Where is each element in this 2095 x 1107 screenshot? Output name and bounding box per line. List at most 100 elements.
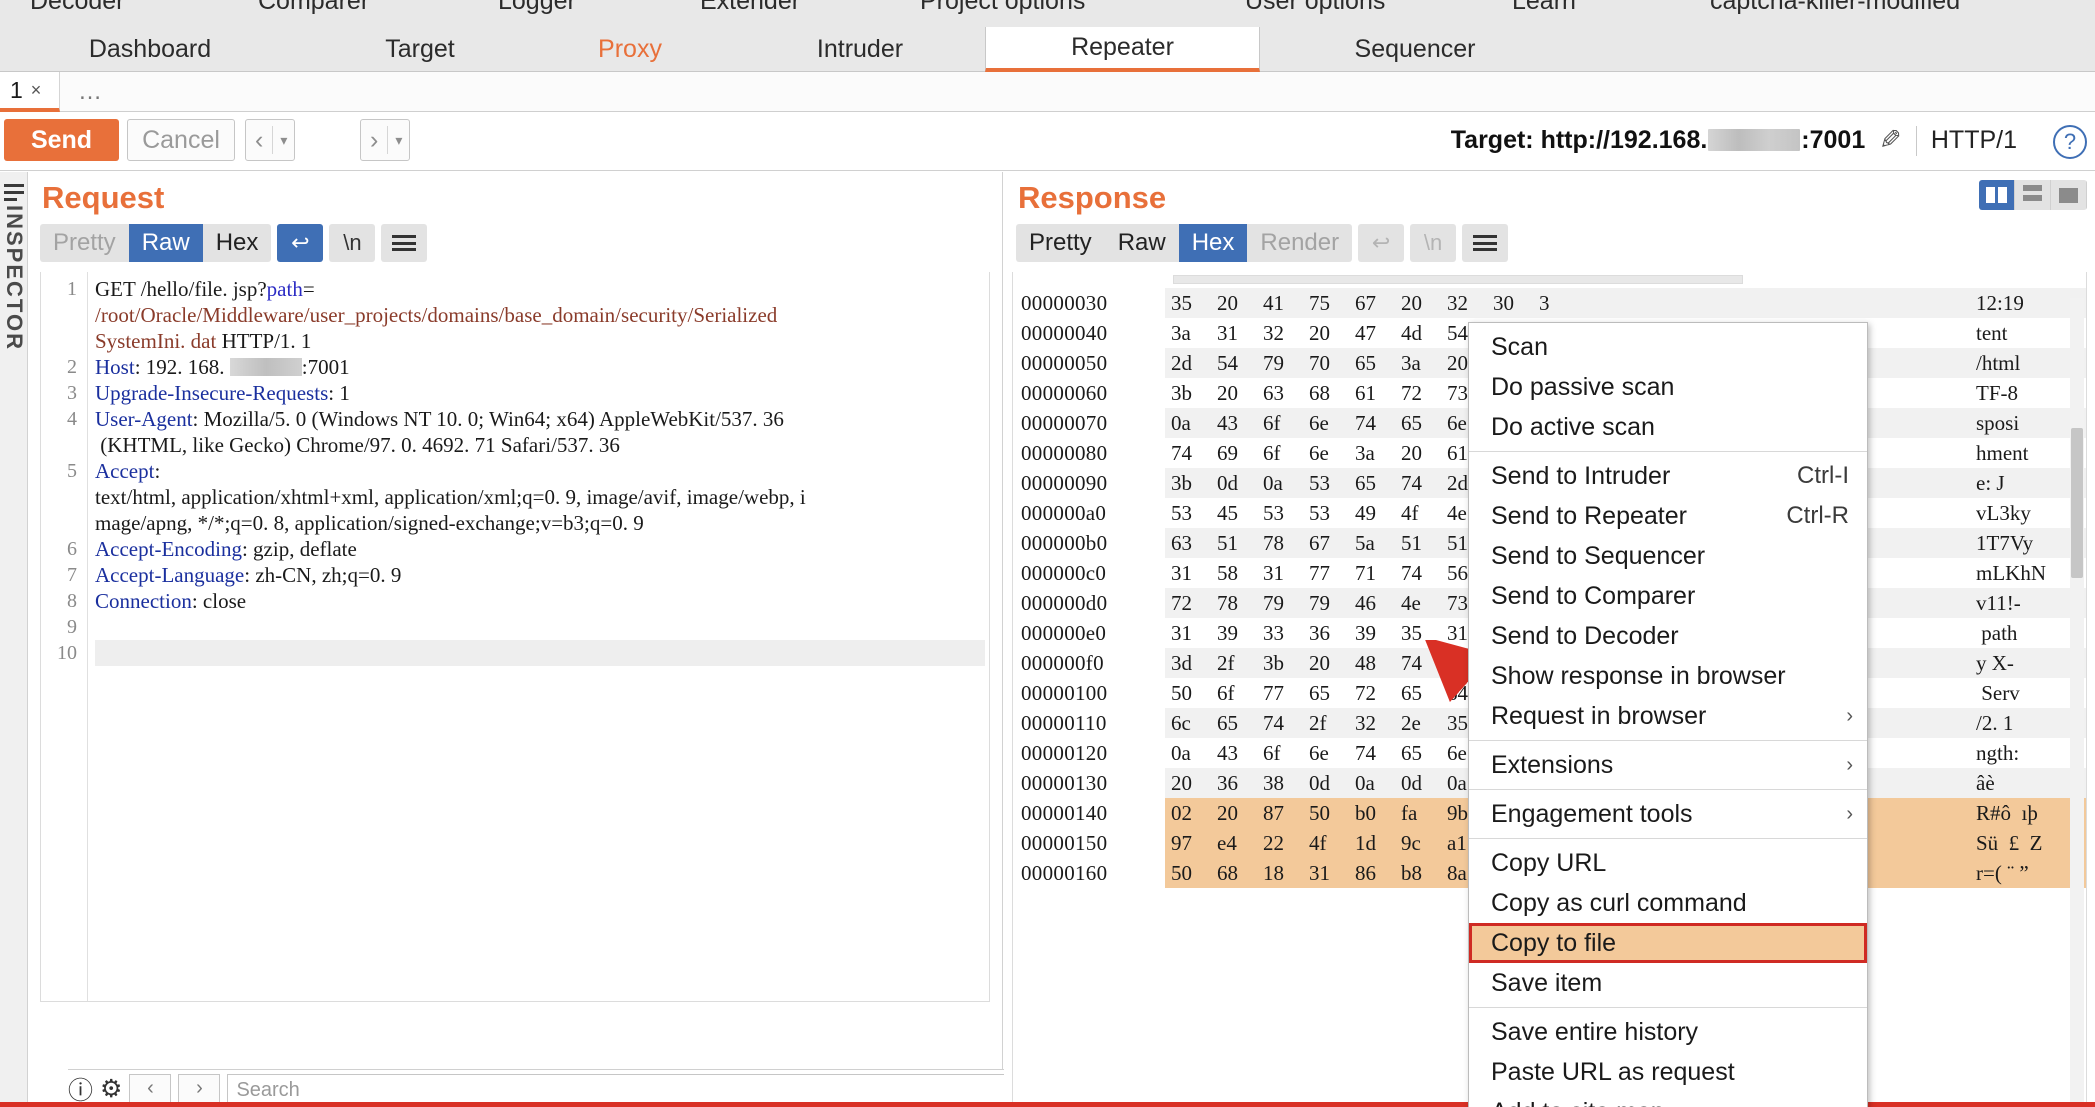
hex-byte[interactable]: 32 <box>1263 321 1309 346</box>
response-format-pretty[interactable]: Pretty <box>1016 224 1105 262</box>
context-menu-item-paste-url-as-request[interactable]: Paste URL as request <box>1469 1052 1867 1092</box>
hex-byte[interactable]: 39 <box>1355 621 1401 646</box>
hex-byte[interactable]: 20 <box>1309 651 1355 676</box>
tab-target[interactable]: Target <box>330 27 510 72</box>
prev-request-button[interactable]: ‹ ▾ <box>245 119 296 161</box>
context-menu-item-engagement-tools[interactable]: Engagement tools › <box>1469 794 1867 834</box>
hex-byte[interactable]: 54 <box>1217 351 1263 376</box>
hex-byte[interactable]: 50 <box>1171 861 1217 886</box>
hex-byte[interactable]: 65 <box>1217 711 1263 736</box>
hex-ascii[interactable]: /html <box>1970 348 2086 378</box>
search-next-button[interactable]: › <box>178 1073 221 1104</box>
hex-byte[interactable]: 78 <box>1263 531 1309 556</box>
hex-byte[interactable]: 74 <box>1401 561 1447 586</box>
hex-byte[interactable]: fa <box>1401 801 1447 826</box>
hex-ascii[interactable]: y X- <box>1970 648 2086 678</box>
hex-byte[interactable]: 4f <box>1309 831 1355 856</box>
hex-byte[interactable]: 63 <box>1263 381 1309 406</box>
hex-byte[interactable]: 2f <box>1309 711 1355 736</box>
hex-byte[interactable]: 43 <box>1217 741 1263 766</box>
hex-byte[interactable]: 4e <box>1401 591 1447 616</box>
request-menu-button[interactable] <box>381 224 428 262</box>
menu-item-learn[interactable]: Learn <box>1512 0 1576 16</box>
hex-byte[interactable]: 50 <box>1309 801 1355 826</box>
hex-byte[interactable]: 6e <box>1309 441 1355 466</box>
request-line[interactable] <box>95 640 985 666</box>
hex-byte[interactable]: 20 <box>1217 291 1263 316</box>
request-line[interactable] <box>95 614 985 640</box>
hex-ascii[interactable]: TF-8 <box>1970 378 2086 408</box>
menu-item-logger[interactable]: Logger <box>498 0 576 16</box>
response-format-raw[interactable]: Raw <box>1105 224 1179 262</box>
hex-byte[interactable]: 4d <box>1401 321 1447 346</box>
context-menu-item-do-active-scan[interactable]: Do active scan <box>1469 407 1867 447</box>
hex-ascii[interactable]: 12:19 <box>1970 288 2086 318</box>
hex-scrollbar[interactable] <box>2070 298 2084 1107</box>
hex-byte[interactable]: 20 <box>1401 291 1447 316</box>
hex-byte[interactable]: 69 <box>1217 441 1263 466</box>
hex-byte[interactable]: 31 <box>1263 561 1309 586</box>
context-menu-item-send-to-decoder[interactable]: Send to Decoder <box>1469 616 1867 656</box>
gear-icon[interactable]: ⚙ <box>100 1074 122 1104</box>
hex-byte[interactable]: 20 <box>1217 381 1263 406</box>
request-line[interactable]: (KHTML, like Gecko) Chrome/97. 0. 4692. … <box>95 432 985 458</box>
hex-byte[interactable]: 74 <box>1171 441 1217 466</box>
hex-byte[interactable]: 50 <box>1171 681 1217 706</box>
hex-byte[interactable]: 97 <box>1171 831 1217 856</box>
hex-byte[interactable]: 65 <box>1355 471 1401 496</box>
hex-byte[interactable]: 43 <box>1217 411 1263 436</box>
hex-byte[interactable]: 48 <box>1355 651 1401 676</box>
tab-dashboard[interactable]: Dashboard <box>60 27 240 72</box>
context-menu-item-scan[interactable]: Scan <box>1469 327 1867 367</box>
context-menu-item-send-to-sequencer[interactable]: Send to Sequencer <box>1469 536 1867 576</box>
hex-byte[interactable]: 4f <box>1401 501 1447 526</box>
hex-byte[interactable]: 72 <box>1171 591 1217 616</box>
hex-byte[interactable]: 35 <box>1171 291 1217 316</box>
request-line[interactable]: User-Agent: Mozilla/5. 0 (Windows NT 10.… <box>95 406 985 432</box>
menu-item-captcha-killer-modified[interactable]: captcha-killer-modified <box>1710 0 1960 16</box>
hex-byte[interactable]: 71 <box>1355 561 1401 586</box>
context-menu-item-copy-url[interactable]: Copy URL <box>1469 843 1867 883</box>
hex-byte[interactable]: 32 <box>1447 291 1493 316</box>
hex-byte[interactable]: 39 <box>1217 621 1263 646</box>
hex-byte[interactable]: 2d <box>1171 351 1217 376</box>
hex-byte[interactable]: 53 <box>1263 501 1309 526</box>
hex-byte[interactable]: 41 <box>1263 291 1309 316</box>
hamburger-icon[interactable] <box>4 184 24 205</box>
hex-byte[interactable]: 31 <box>1309 861 1355 886</box>
tab-sequencer[interactable]: Sequencer <box>1320 27 1510 72</box>
hex-byte[interactable]: 6f <box>1217 681 1263 706</box>
hex-byte[interactable]: 0a <box>1171 411 1217 436</box>
context-menu[interactable]: Scan Do passive scan Do active scan Send to… <box>1468 322 1868 1107</box>
hex-byte[interactable]: 61 <box>1355 381 1401 406</box>
hex-byte[interactable]: 32 <box>1355 711 1401 736</box>
hex-byte[interactable]: 46 <box>1355 591 1401 616</box>
hex-ascii[interactable]: Serv <box>1970 678 2086 708</box>
hex-byte[interactable]: 78 <box>1217 591 1263 616</box>
hex-byte[interactable]: 53 <box>1309 501 1355 526</box>
hex-byte[interactable]: 0d <box>1401 771 1447 796</box>
hex-byte[interactable]: 02 <box>1171 801 1217 826</box>
view-mode-single-pane[interactable] <box>2051 180 2087 210</box>
hex-byte[interactable]: 18 <box>1263 861 1309 886</box>
show-newlines-toggle[interactable]: \n <box>1410 224 1457 262</box>
hex-byte[interactable]: 67 <box>1355 291 1401 316</box>
context-menu-item-extensions[interactable]: Extensions › <box>1469 745 1867 785</box>
hex-byte[interactable]: 0a <box>1355 771 1401 796</box>
hex-byte[interactable]: 3b <box>1171 381 1217 406</box>
hex-byte[interactable]: 79 <box>1263 351 1309 376</box>
response-format-render[interactable]: Render <box>1247 224 1352 262</box>
hex-byte[interactable]: 72 <box>1401 381 1447 406</box>
menu-item-comparer[interactable]: Comparer <box>258 0 369 16</box>
context-menu-item-send-to-intruder[interactable]: Send to Intruder Ctrl-I <box>1469 456 1867 496</box>
hex-byte[interactable]: 45 <box>1217 501 1263 526</box>
hex-byte[interactable]: 86 <box>1355 861 1401 886</box>
hex-byte[interactable]: 74 <box>1401 471 1447 496</box>
hex-row[interactable]: 00000030 35 20 41 75 67 20 32 30 3 12:19 <box>1013 288 2086 318</box>
context-menu-item-send-to-comparer[interactable]: Send to Comparer <box>1469 576 1867 616</box>
help-icon[interactable]: ? <box>2053 125 2087 159</box>
view-mode-split-horizontal[interactable] <box>2015 180 2051 210</box>
hex-byte[interactable]: 72 <box>1355 681 1401 706</box>
hex-byte[interactable]: 3b <box>1171 471 1217 496</box>
request-line[interactable]: Accept: <box>95 458 985 484</box>
